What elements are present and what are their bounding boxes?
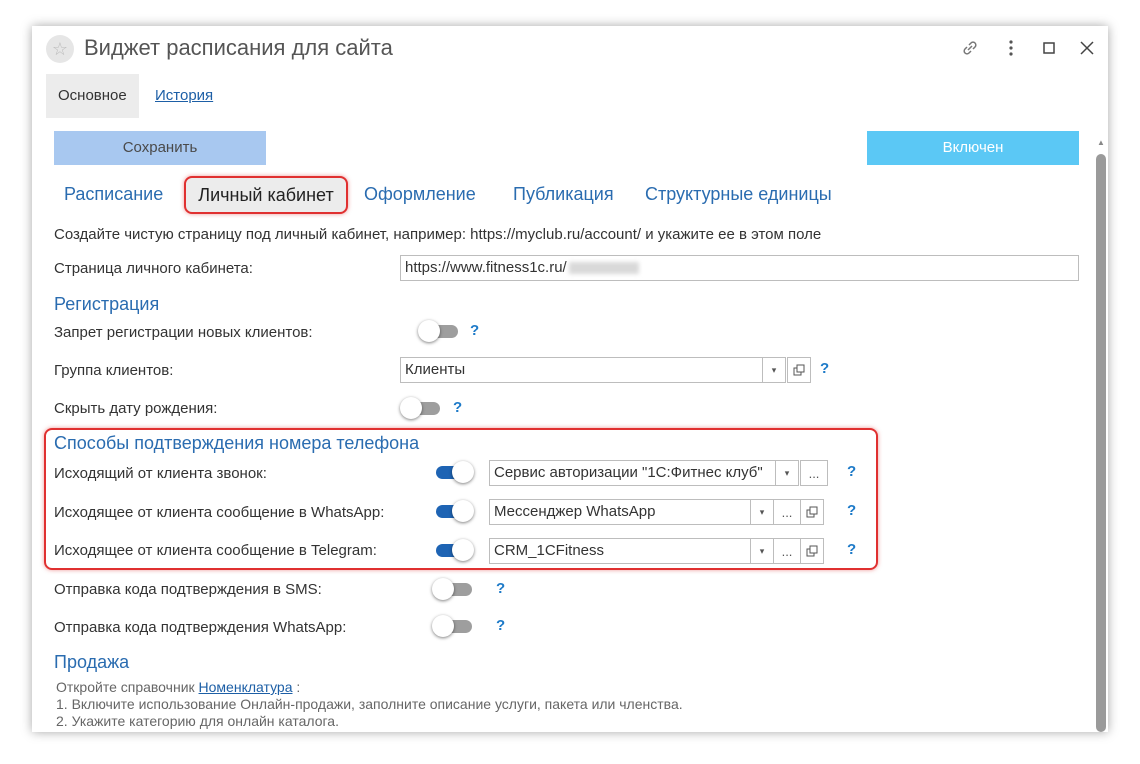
telegram-toggle[interactable] <box>432 539 474 561</box>
sale-line-1-prefix: Откройте справочник <box>56 679 195 695</box>
favorite-star-icon[interactable]: ☆ <box>46 35 74 63</box>
hide-birth-help[interactable]: ? <box>453 399 462 416</box>
telegram-help[interactable]: ? <box>847 541 856 558</box>
client-group-open[interactable] <box>787 357 811 383</box>
tab-main[interactable]: Основное <box>46 74 139 118</box>
telegram-label: Исходящее от клиента сообщение в Telegra… <box>54 542 377 559</box>
account-page-value: https://www.fitness1c.ru/ <box>405 259 567 276</box>
client-group-help[interactable]: ? <box>820 360 829 377</box>
telegram-open[interactable] <box>800 538 824 564</box>
call-dropdown[interactable]: ▾ <box>775 460 799 486</box>
whatsapp-code-help[interactable]: ? <box>496 617 505 634</box>
whatsapp-code-toggle[interactable] <box>432 615 474 637</box>
sms-code-label: Отправка кода подтверждения в SMS: <box>54 581 322 598</box>
ban-registration-toggle[interactable] <box>418 320 460 342</box>
telegram-more-button[interactable]: ... <box>773 538 801 564</box>
chevron-down-icon: ▾ <box>759 545 765 556</box>
ban-registration-help[interactable]: ? <box>470 322 479 339</box>
ban-registration-label: Запрет регистрации новых клиентов: <box>54 324 313 341</box>
save-button[interactable]: Сохранить <box>54 131 266 165</box>
registration-title: Регистрация <box>54 294 160 314</box>
hide-birth-label: Скрыть дату рождения: <box>54 400 218 417</box>
subtab-schedule[interactable]: Расписание <box>64 184 163 205</box>
widget-window: ☆ Виджет расписания для сайта Основное И… <box>32 26 1108 732</box>
chevron-down-icon: ▾ <box>759 506 765 517</box>
subtab-design[interactable]: Оформление <box>364 184 476 205</box>
whatsapp-label: Исходящее от клиента сообщение в WhatsAp… <box>54 504 385 521</box>
tab-history[interactable]: История <box>143 74 225 118</box>
sale-line-3: 2. Укажите категорию для онлайн каталога… <box>56 713 339 729</box>
hide-birth-toggle[interactable] <box>400 397 442 419</box>
call-toggle[interactable] <box>432 461 474 483</box>
sale-title: Продажа <box>54 652 130 672</box>
blurred-text <box>568 262 639 275</box>
scroll-up-icon[interactable]: ▲ <box>1096 138 1106 150</box>
subtab-publication[interactable]: Публикация <box>513 184 614 205</box>
maximize-icon[interactable] <box>1037 36 1061 60</box>
more-icon[interactable] <box>999 36 1023 60</box>
sms-code-help[interactable]: ? <box>496 580 505 597</box>
whatsapp-help[interactable]: ? <box>847 502 856 519</box>
intro-text: Создайте чистую страницу под личный каби… <box>54 226 822 243</box>
window-title: Виджет расписания для сайта <box>84 35 393 60</box>
link-icon[interactable] <box>958 36 982 60</box>
open-window-icon <box>806 545 818 557</box>
account-page-label: Страница личного кабинета: <box>54 260 253 277</box>
client-group-dropdown[interactable]: ▾ <box>762 357 786 383</box>
close-icon[interactable] <box>1075 36 1099 60</box>
client-group-label: Группа клиентов: <box>54 362 174 379</box>
whatsapp-code-label: Отправка кода подтверждения WhatsApp: <box>54 619 347 636</box>
whatsapp-more-button[interactable]: ... <box>773 499 801 525</box>
call-more-button[interactable]: ... <box>800 460 828 486</box>
telegram-dropdown[interactable]: ▾ <box>750 538 774 564</box>
call-help[interactable]: ? <box>847 463 856 480</box>
call-label: Исходящий от клиента звонок: <box>54 465 267 482</box>
open-window-icon <box>793 364 805 376</box>
nomenclature-link[interactable]: Номенклатура <box>199 679 293 695</box>
chevron-down-icon: ▾ <box>771 364 777 375</box>
whatsapp-select[interactable]: Мессенджер WhatsApp <box>489 499 751 525</box>
account-page-input[interactable]: https://www.fitness1c.ru/ <box>400 255 1079 281</box>
subtab-units[interactable]: Структурные единицы <box>645 184 832 205</box>
telegram-select[interactable]: CRM_1CFitness <box>489 538 751 564</box>
whatsapp-dropdown[interactable]: ▾ <box>750 499 774 525</box>
sale-line-1-suffix: : <box>296 679 301 695</box>
subtab-account[interactable]: Личный кабинет <box>184 176 348 214</box>
open-window-icon <box>806 506 818 518</box>
whatsapp-toggle[interactable] <box>432 500 474 522</box>
sale-line-1: Откройте справочник Номенклатура : <box>56 679 300 695</box>
sale-line-2: 1. Включите использование Онлайн-продажи… <box>56 696 683 712</box>
phone-confirm-title: Способы подтверждения номера телефона <box>54 433 420 453</box>
whatsapp-open[interactable] <box>800 499 824 525</box>
client-group-select[interactable]: Клиенты <box>400 357 763 383</box>
chevron-down-icon: ▾ <box>784 467 790 478</box>
scrollbar[interactable] <box>1096 154 1106 732</box>
enabled-button[interactable]: Включен <box>867 131 1079 165</box>
sms-code-toggle[interactable] <box>432 578 474 600</box>
call-select[interactable]: Сервис авторизации "1С:Фитнес клуб" <box>489 460 776 486</box>
